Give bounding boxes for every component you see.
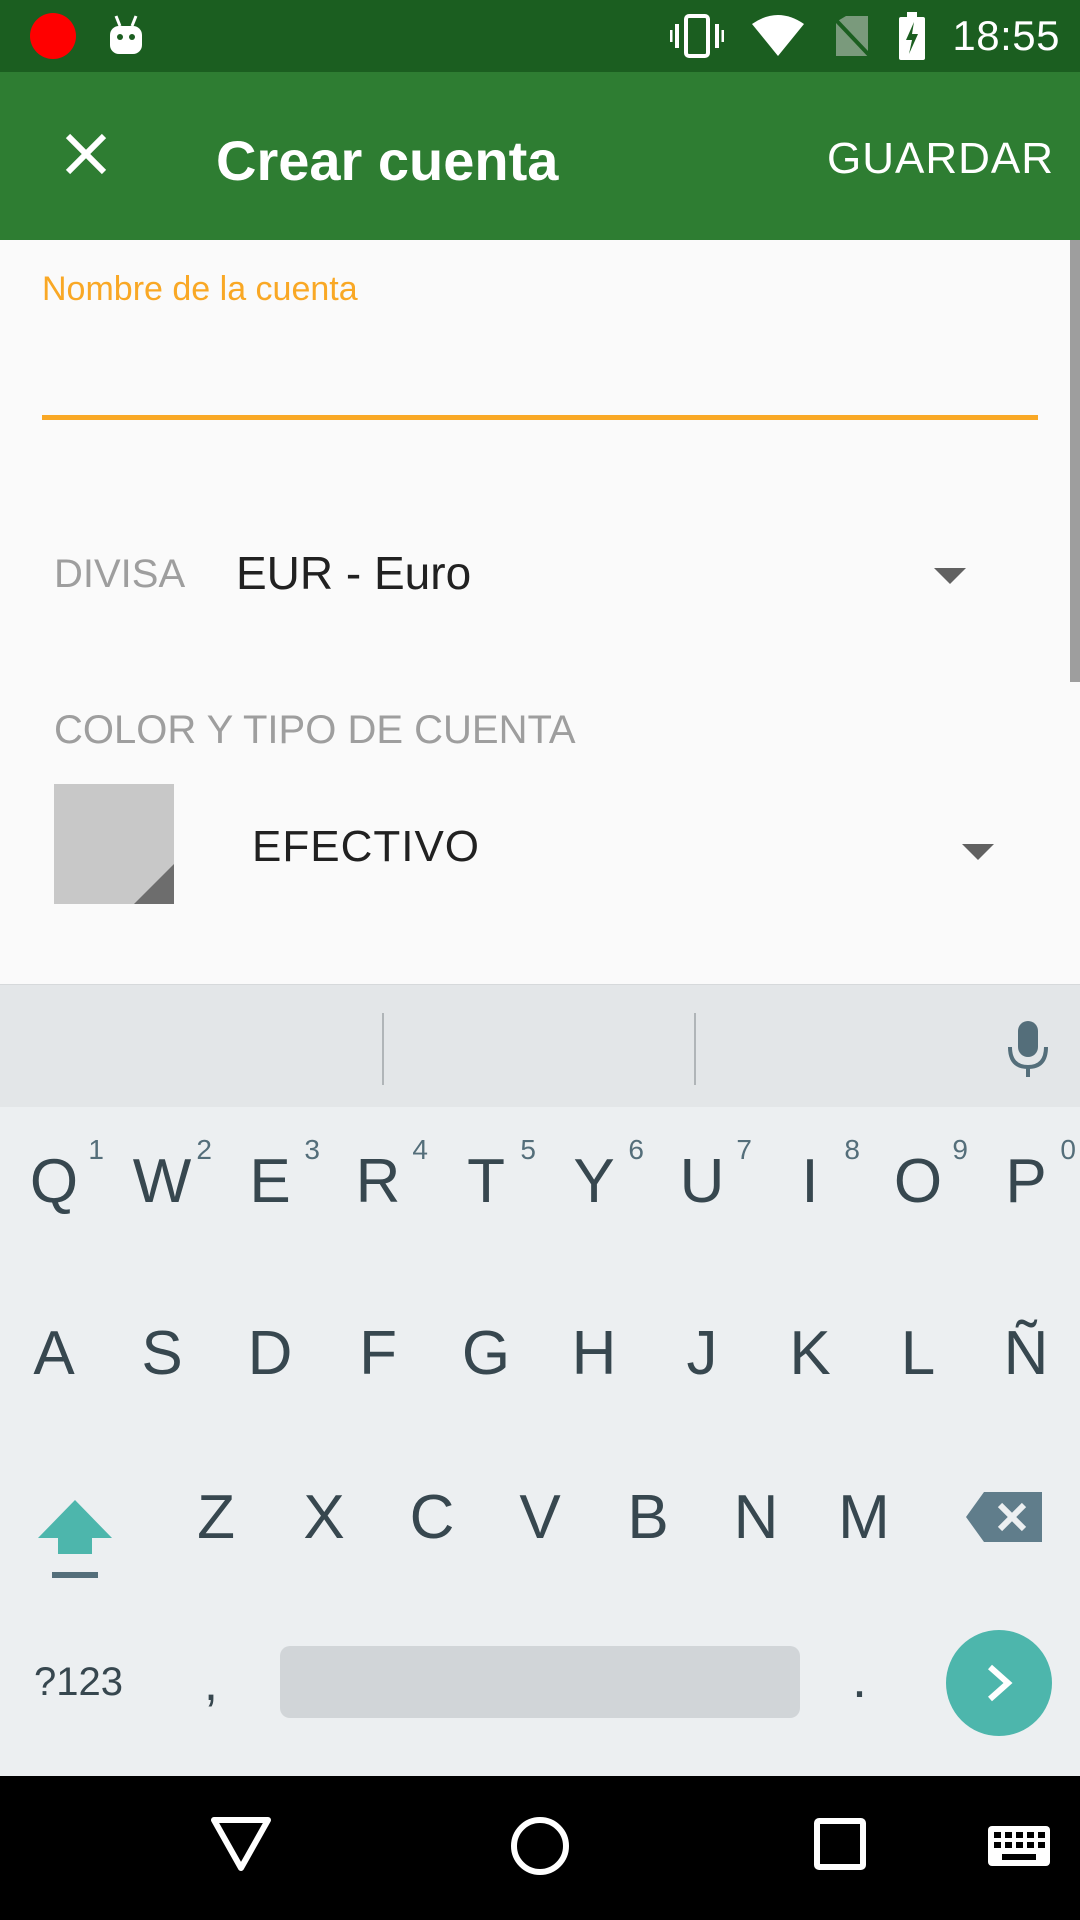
comma-key[interactable]: , — [204, 1654, 218, 1712]
currency-label: DIVISA — [54, 552, 186, 596]
key-l[interactable]: L — [870, 1318, 966, 1389]
key-v[interactable]: V — [492, 1482, 588, 1553]
key-j[interactable]: J — [654, 1318, 750, 1389]
navigation-bar — [0, 1776, 1080, 1920]
key-h[interactable]: H — [546, 1318, 642, 1389]
page-title: Crear cuenta — [216, 129, 559, 192]
key-t[interactable]: T5 — [438, 1134, 536, 1217]
key-hint: 2 — [196, 1134, 212, 1165]
key-hint: 4 — [412, 1134, 428, 1165]
key-u[interactable]: U7 — [654, 1134, 752, 1217]
key-label: P — [1005, 1147, 1047, 1216]
home-icon[interactable] — [510, 1816, 570, 1876]
key-n[interactable]: N — [708, 1482, 804, 1553]
key-hint: 8 — [844, 1134, 860, 1165]
account-name-label: Nombre de la cuenta — [42, 270, 358, 308]
wifi-icon — [752, 15, 805, 56]
period-key[interactable]: . — [852, 1648, 867, 1710]
close-button[interactable] — [44, 112, 128, 196]
close-icon — [65, 133, 107, 175]
key-f[interactable]: F — [330, 1318, 426, 1389]
account-type-dropdown[interactable]: EFECTIVO — [252, 814, 1012, 886]
key-hint: 3 — [304, 1134, 320, 1165]
key-s[interactable]: S — [114, 1318, 210, 1389]
key-label: T — [467, 1147, 505, 1216]
key-label: O — [893, 1147, 943, 1216]
shift-icon[interactable] — [36, 1498, 114, 1580]
symbols-key[interactable]: ?123 — [34, 1660, 123, 1705]
go-arrow-icon — [988, 1664, 1013, 1702]
status-time: 18:55 — [952, 12, 1060, 59]
scrollbar[interactable] — [1070, 240, 1080, 682]
record-dot-icon — [30, 13, 76, 59]
save-button[interactable]: GUARDAR — [827, 134, 1054, 184]
suggestion-bar — [0, 984, 1080, 1107]
space-key[interactable] — [280, 1646, 800, 1718]
app-bar: Crear cuenta GUARDAR — [0, 72, 1080, 240]
key-hint: 7 — [736, 1134, 752, 1165]
key-d[interactable]: D — [222, 1318, 318, 1389]
back-icon[interactable] — [210, 1816, 272, 1872]
key-w[interactable]: W2 — [114, 1134, 212, 1217]
keyboard-switch-icon[interactable] — [988, 1826, 1050, 1866]
recents-icon[interactable] — [814, 1818, 866, 1870]
key-k[interactable]: K — [762, 1318, 858, 1389]
key-hint: 6 — [628, 1134, 644, 1165]
swatch-corner-icon — [134, 864, 174, 904]
suggestion-divider — [694, 1013, 696, 1085]
chevron-down-icon — [962, 844, 994, 860]
key-label: U — [679, 1147, 725, 1216]
currency-value: EUR - Euro — [236, 547, 472, 599]
color-type-label: COLOR Y TIPO DE CUENTA — [54, 708, 576, 752]
key-i[interactable]: I8 — [762, 1134, 860, 1217]
color-swatch[interactable] — [54, 784, 174, 904]
go-button[interactable] — [946, 1630, 1052, 1736]
key-r[interactable]: R4 — [330, 1134, 428, 1217]
key-label: Q — [29, 1147, 79, 1216]
mic-icon[interactable] — [1004, 1019, 1052, 1079]
key-label: E — [249, 1147, 291, 1216]
no-sim-icon — [832, 16, 872, 58]
account-type-value: EFECTIVO — [252, 822, 481, 871]
key-o[interactable]: O9 — [870, 1134, 968, 1217]
battery-charging-icon — [899, 12, 926, 60]
key-hint: 9 — [952, 1134, 968, 1165]
key-a[interactable]: A — [6, 1318, 102, 1389]
currency-dropdown[interactable]: EUR - Euro — [236, 540, 996, 612]
key-hint: 5 — [520, 1134, 536, 1165]
key-m[interactable]: M — [816, 1482, 912, 1553]
key-e[interactable]: E3 — [222, 1134, 320, 1217]
key-y[interactable]: Y6 — [546, 1134, 644, 1217]
key-label: R — [355, 1147, 401, 1216]
key-q[interactable]: Q1 — [6, 1134, 104, 1217]
backspace-icon[interactable] — [966, 1492, 1042, 1542]
key-n-tilde[interactable]: Ñ — [978, 1318, 1074, 1389]
key-z[interactable]: Z — [168, 1482, 264, 1553]
key-c[interactable]: C — [384, 1482, 480, 1553]
android-icon — [110, 15, 142, 54]
vibrate-icon — [670, 14, 725, 58]
key-p[interactable]: P0 — [978, 1134, 1076, 1217]
suggestion-divider — [382, 1013, 384, 1085]
key-x[interactable]: X — [276, 1482, 372, 1553]
key-label: W — [132, 1147, 192, 1216]
chevron-down-icon — [934, 568, 966, 584]
key-label: I — [801, 1147, 819, 1216]
key-label: Y — [573, 1147, 615, 1216]
key-hint: 1 — [88, 1134, 104, 1165]
status-bar: 18:55 — [0, 0, 1080, 72]
key-g[interactable]: G — [438, 1318, 534, 1389]
account-name-input[interactable] — [42, 310, 1038, 420]
key-hint: 0 — [1060, 1134, 1076, 1165]
key-b[interactable]: B — [600, 1482, 696, 1553]
